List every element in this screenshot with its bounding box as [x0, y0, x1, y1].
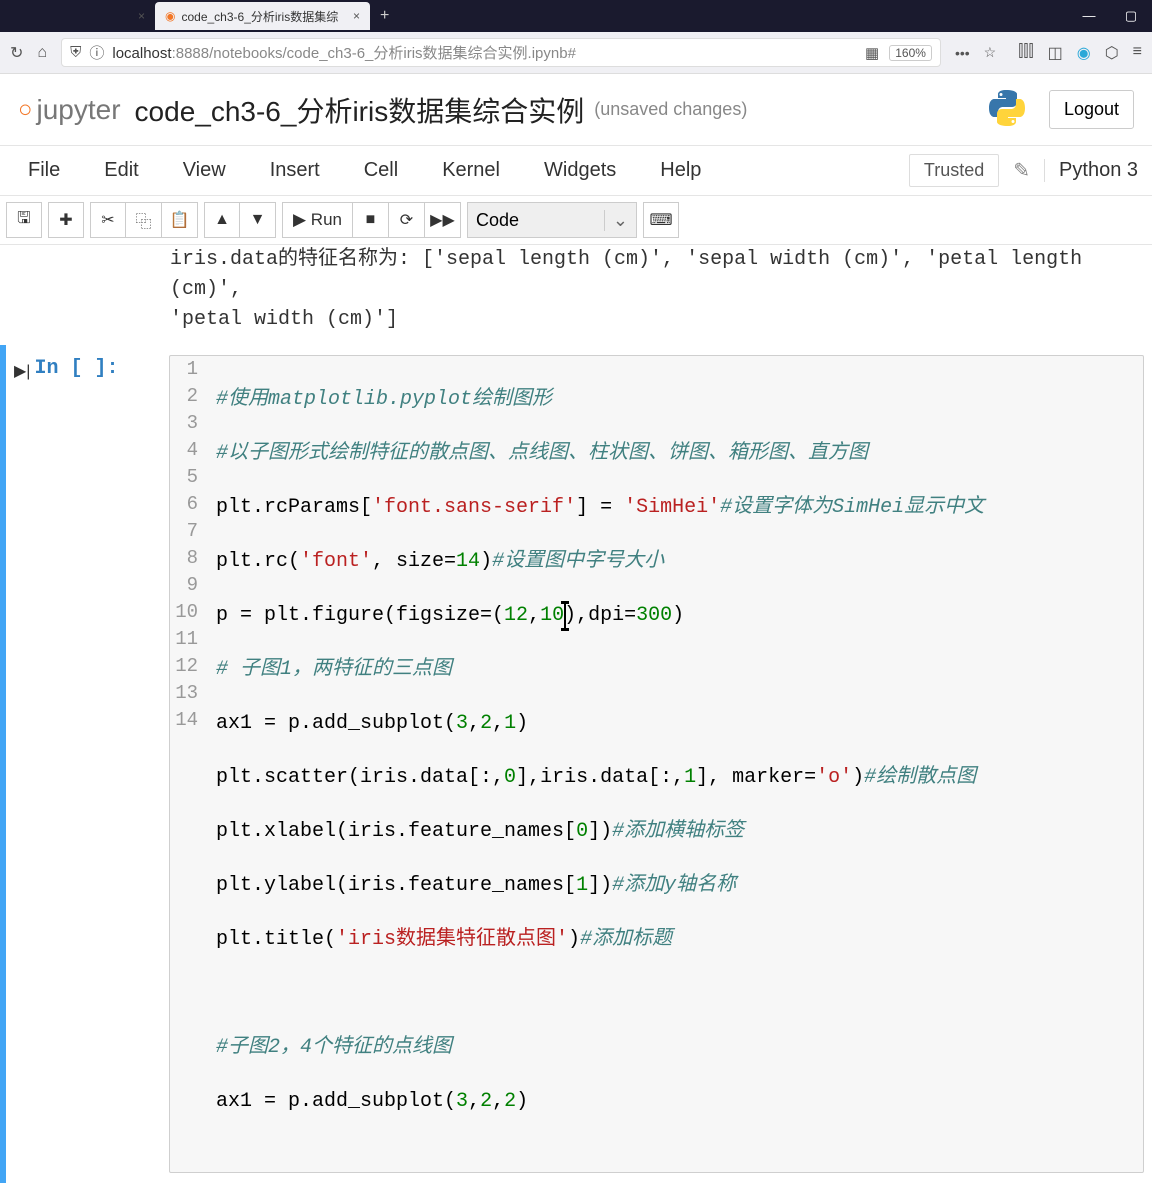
notebook-title[interactable]: code_ch3-6_分析iris数据集综合实例: [135, 90, 585, 130]
menu-edit[interactable]: Edit: [82, 155, 160, 186]
home-button[interactable]: ⌂: [37, 44, 47, 62]
cell-type-value: Code: [476, 210, 519, 231]
line-gutter: 123 456 789 101112 1314: [170, 356, 210, 1172]
zoom-level[interactable]: 160%: [889, 45, 932, 61]
prompt-area: ▶| In [ ]:: [14, 355, 169, 1173]
kernel-indicator[interactable]: Python 3: [1044, 159, 1138, 182]
minimize-button[interactable]: —: [1068, 0, 1110, 32]
reload-button[interactable]: ↻: [10, 43, 23, 63]
new-tab-button[interactable]: +: [370, 7, 399, 25]
save-status: (unsaved changes): [594, 99, 747, 120]
restart-run-all-button[interactable]: ▶▶: [425, 202, 461, 238]
browser-tab-strip: × ◉ code_ch3-6_分析iris数据集综 × + — ▢: [0, 0, 1152, 32]
notebook-toolbar: 🖫 ✚ ✂ ⿻ 📋 ▲ ▼ ▶ Run ■ ⟳ ▶▶ Code ⌄ ⌨: [0, 196, 1152, 245]
maximize-button[interactable]: ▢: [1110, 0, 1152, 32]
library-icon[interactable]: ⫿⫿⫿: [1018, 43, 1033, 63]
shield-icon: ⛨: [70, 44, 81, 61]
address-bar[interactable]: ⛨ ⓘ localhost:8888/notebooks/code_ch3-6_…: [61, 38, 941, 67]
menu-view[interactable]: View: [161, 155, 248, 186]
extension-icon[interactable]: ◉: [1077, 43, 1091, 63]
command-palette-button[interactable]: ⌨: [643, 202, 679, 238]
paste-button[interactable]: 📋: [162, 202, 198, 238]
jupyter-favicon-icon: ◉: [165, 9, 175, 23]
move-down-button[interactable]: ▼: [240, 202, 276, 238]
run-button[interactable]: ▶ Run: [282, 202, 353, 238]
copy-button[interactable]: ⿻: [126, 202, 162, 238]
sidebar-icon[interactable]: ◫: [1048, 43, 1063, 63]
close-icon[interactable]: ×: [345, 9, 360, 23]
text-cursor: [564, 604, 566, 628]
menu-insert[interactable]: Insert: [248, 155, 342, 186]
url-bar: ↻ ⌂ ⛨ ⓘ localhost:8888/notebooks/code_ch…: [0, 32, 1152, 74]
chevron-down-icon: ⌄: [604, 210, 628, 231]
info-icon[interactable]: ⓘ: [89, 42, 104, 63]
tab-blank[interactable]: ×: [0, 2, 155, 30]
notebook-area: iris.data的特征名称为: ['sepal length (cm)', '…: [0, 245, 1152, 1183]
menu-bar: File Edit View Insert Cell Kernel Widget…: [0, 146, 1152, 196]
input-prompt: In [ ]:: [34, 357, 118, 380]
jupyter-header: ○jupyter code_ch3-6_分析iris数据集综合实例 (unsav…: [0, 74, 1152, 146]
url-text: localhost:8888/notebooks/code_ch3-6_分析ir…: [112, 42, 576, 63]
cell-type-select[interactable]: Code ⌄: [467, 202, 637, 238]
code-cell[interactable]: ▶| In [ ]: 123 456 789 101112 1314 #使用ma…: [0, 345, 1152, 1183]
python-logo-icon: [985, 86, 1029, 133]
code-content[interactable]: #使用matplotlib.pyplot绘制图形 #以子图形式绘制特征的散点图、…: [210, 356, 990, 1172]
move-up-button[interactable]: ▲: [204, 202, 240, 238]
output-text: iris.data的特征名称为: ['sepal length (cm)', '…: [0, 245, 1152, 345]
trusted-badge[interactable]: Trusted: [909, 154, 999, 187]
page-actions-menu[interactable]: •••: [955, 45, 970, 61]
profile-icon[interactable]: ⬡: [1105, 43, 1119, 63]
restart-button[interactable]: ⟳: [389, 202, 425, 238]
menu-cell[interactable]: Cell: [342, 155, 420, 186]
menu-icon[interactable]: ≡: [1133, 43, 1142, 63]
interrupt-button[interactable]: ■: [353, 202, 389, 238]
cut-button[interactable]: ✂: [90, 202, 126, 238]
edit-icon[interactable]: ✎: [1013, 158, 1030, 183]
menu-widgets[interactable]: Widgets: [522, 155, 638, 186]
collapse-icon[interactable]: ▶|: [14, 361, 30, 381]
code-editor[interactable]: 123 456 789 101112 1314 #使用matplotlib.py…: [169, 355, 1144, 1173]
window-controls: — ▢: [1068, 0, 1152, 32]
tab-title: code_ch3-6_分析iris数据集综: [181, 8, 338, 25]
jupyter-logo[interactable]: ○jupyter: [18, 94, 121, 126]
tab-active[interactable]: ◉ code_ch3-6_分析iris数据集综 ×: [155, 2, 370, 30]
menu-file[interactable]: File: [6, 155, 82, 186]
save-button[interactable]: 🖫: [6, 202, 42, 238]
qr-icon[interactable]: ▦: [865, 44, 879, 62]
menu-kernel[interactable]: Kernel: [420, 155, 522, 186]
close-icon[interactable]: ×: [130, 9, 145, 23]
bookmark-star-icon[interactable]: ☆: [984, 44, 997, 61]
menu-help[interactable]: Help: [638, 155, 723, 186]
logout-button[interactable]: Logout: [1049, 90, 1134, 129]
add-cell-button[interactable]: ✚: [48, 202, 84, 238]
